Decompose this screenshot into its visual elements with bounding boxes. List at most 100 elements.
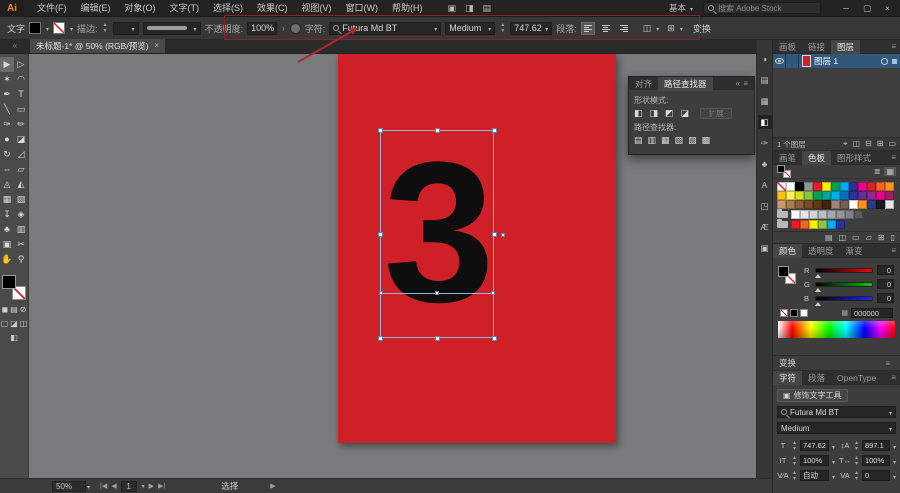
rotate-tool[interactable]: ↻ (0, 147, 14, 162)
make-clipping-mask-icon[interactable]: ◫ (852, 139, 860, 149)
draw-normal-icon[interactable]: ▢ (1, 319, 9, 328)
font-size-field[interactable]: 747.62 (510, 21, 553, 35)
intersect-icon[interactable]: ◩ (665, 108, 674, 119)
layer-thumbnail[interactable] (802, 55, 811, 67)
color-guide-icon[interactable]: ▤ (758, 73, 772, 87)
tab-graphic-styles[interactable]: 图形样式 (831, 151, 877, 165)
artboard-number-field[interactable]: 1 (120, 480, 137, 492)
blend-tool[interactable]: ◈ (14, 207, 28, 222)
swatch[interactable] (854, 210, 863, 219)
selection-handle[interactable] (492, 232, 497, 237)
workspace-switcher[interactable]: 基本 (669, 2, 693, 14)
fill-swatch[interactable] (2, 275, 16, 289)
menu-help[interactable]: 帮助(H) (385, 0, 430, 17)
swatch[interactable] (858, 200, 867, 209)
delete-layer-icon[interactable]: ▭ (888, 139, 896, 149)
swatch[interactable] (800, 210, 809, 219)
pathfinder-panel-icon[interactable]: ◧ (757, 115, 772, 129)
swatch[interactable] (777, 182, 786, 191)
swatch[interactable] (795, 191, 804, 200)
layer-name[interactable]: 图层 1 (814, 55, 838, 67)
collapse-panel-icon[interactable]: « (736, 79, 740, 88)
swatch[interactable] (813, 200, 822, 209)
hand-tool[interactable]: ✋ (0, 252, 14, 267)
layer-row[interactable]: 图层 1 (773, 54, 900, 68)
pencil-tool[interactable]: ✏ (14, 117, 28, 132)
gradient-mode-icon[interactable]: ▤ (10, 305, 18, 314)
shape-builder-tool[interactable]: ◬ (0, 177, 14, 192)
canvas[interactable]: 3 对齐路径查找器 « 形状模式: ◧◨◩ (29, 54, 756, 478)
mini-fill-stroke[interactable] (778, 266, 796, 284)
white-chip[interactable] (800, 309, 808, 317)
new-layer-icon[interactable]: ⊞ (877, 139, 884, 149)
draw-behind-icon[interactable]: ◪ (10, 319, 18, 328)
crop-icon[interactable]: ▧ (675, 135, 684, 146)
list-view-icon[interactable]: ≣ (872, 167, 883, 176)
baseline-handle[interactable] (379, 291, 383, 295)
swatch[interactable] (795, 182, 804, 191)
selection-bounding-box[interactable] (380, 130, 494, 338)
swatch[interactable] (818, 220, 827, 229)
stroke-color-swatch[interactable] (53, 22, 66, 34)
tab-color[interactable]: 颜色 (773, 243, 803, 258)
swatch[interactable] (786, 200, 795, 209)
perspective-grid-tool[interactable]: ◭ (14, 177, 28, 192)
none-chip[interactable] (780, 309, 788, 317)
font-size-field[interactable]: T 747.62 (777, 439, 835, 452)
eraser-tool[interactable]: ◪ (14, 132, 28, 147)
swatch[interactable] (804, 191, 813, 200)
menu-object[interactable]: 对象(O) (118, 0, 163, 17)
artboards-panel-icon[interactable]: ▣ (758, 241, 772, 255)
locate-object-icon[interactable]: ⌖ (843, 139, 848, 149)
stroke-weight-stepper[interactable] (102, 22, 109, 34)
font-style-select[interactable]: Medium (777, 422, 896, 434)
symbol-sprayer-tool[interactable]: ♣ (0, 222, 14, 237)
stepper-icon[interactable] (853, 455, 860, 467)
delete-swatch-icon[interactable]: ▯ (891, 233, 895, 242)
swatch[interactable] (867, 182, 876, 191)
next-artboard-button[interactable]: ▶ (149, 482, 154, 490)
swatch[interactable] (845, 210, 854, 219)
blob-brush-tool[interactable]: ● (0, 132, 14, 147)
swatch[interactable] (786, 182, 795, 191)
unite-icon[interactable]: ◧ (634, 108, 643, 119)
zoom-dropdown-icon[interactable] (86, 482, 90, 491)
gradient-tool[interactable]: ▧ (14, 192, 28, 207)
swatch[interactable] (827, 220, 836, 229)
eyedropper-tool[interactable]: ↧ (0, 207, 14, 222)
font-family-select[interactable]: Futura Md BT (777, 406, 896, 418)
direct-selection-tool[interactable]: ▷ (14, 57, 28, 72)
minus-back-icon[interactable]: ▩ (702, 135, 711, 146)
swatch[interactable] (827, 210, 836, 219)
tab-character[interactable]: 字符 (773, 370, 803, 385)
close-button[interactable]: × (885, 3, 890, 14)
swatch[interactable] (849, 191, 858, 200)
status-menu-arrow[interactable]: ▶ (270, 482, 275, 490)
align-right-button[interactable] (617, 22, 631, 35)
exclude-icon[interactable]: ◪ (681, 108, 690, 119)
black-chip[interactable] (790, 309, 798, 317)
menu-effect[interactable]: 效果(C) (250, 0, 295, 17)
panel-menu-icon[interactable] (885, 359, 894, 368)
tracking-field[interactable]: VA 0 (839, 469, 896, 482)
swatch[interactable] (836, 210, 845, 219)
swatch[interactable] (876, 191, 885, 200)
align-center-button[interactable] (599, 22, 613, 35)
tab-pathfinder[interactable]: 路径查找器 (658, 76, 713, 91)
swatch[interactable] (804, 182, 813, 191)
glyphs-panel-icon[interactable]: Æ (758, 220, 772, 234)
tab-layers[interactable]: 图层 (831, 39, 861, 54)
tab-links[interactable]: 链接 (802, 40, 831, 54)
swatch-libraries-icon[interactable]: ▤ (825, 233, 833, 242)
panel-menu-icon[interactable] (891, 246, 900, 255)
swatch[interactable] (858, 182, 867, 191)
tab-brushes[interactable]: 画笔 (773, 151, 802, 165)
merge-icon[interactable]: ▦ (661, 135, 670, 146)
tab-swatches[interactable]: 色板 (802, 150, 832, 165)
blue-slider[interactable] (815, 295, 873, 306)
symbols-panel-icon[interactable]: ♣ (758, 157, 772, 171)
swatch[interactable] (849, 182, 858, 191)
panel-menu-icon[interactable] (891, 373, 900, 382)
swatch[interactable] (795, 200, 804, 209)
magic-wand-tool[interactable]: ✶ (0, 72, 14, 87)
